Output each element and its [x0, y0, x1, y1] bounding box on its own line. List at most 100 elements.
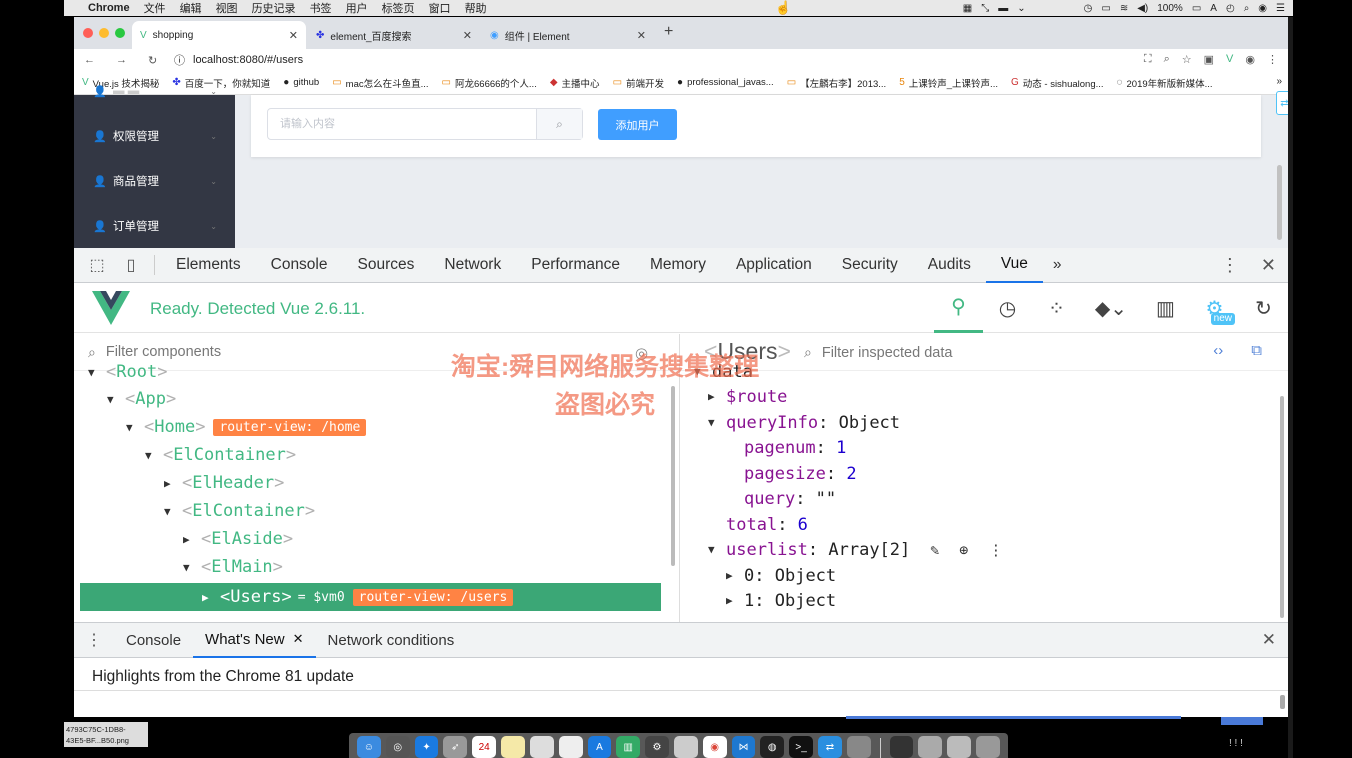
tree-node-elcontainer[interactable]: ▼ < ElContainer > [145, 442, 296, 468]
page-scrollbar[interactable] [1277, 165, 1282, 240]
terminal-icon[interactable]: >_ [789, 736, 813, 758]
bookmark-item[interactable]: ▭ 前端开发 [613, 76, 664, 90]
browser-tab-shopping[interactable]: V shopping ✕ [132, 21, 306, 49]
tree-node-root[interactable]: ▼ < Root > [88, 359, 167, 385]
data-row-query[interactable]: query: "" [744, 486, 836, 511]
tree-node-elcontainer[interactable]: ▼ < ElContainer > [164, 498, 315, 524]
forward-icon[interactable]: → [116, 54, 138, 66]
tab-memory[interactable]: Memory [635, 248, 721, 283]
data-row-item1[interactable]: ▶ 1: Object [726, 588, 836, 613]
chevron-down-icon[interactable]: ⌄ [1017, 3, 1025, 14]
tab-performance[interactable]: Performance [516, 248, 635, 283]
close-window-button[interactable] [83, 28, 93, 38]
spotlight-icon[interactable]: ⌕ [1244, 3, 1250, 14]
expand-icon[interactable]: ▶ [726, 594, 744, 607]
minimize-window-button[interactable] [99, 28, 109, 38]
reload-icon[interactable]: ↻ [148, 54, 170, 67]
tree-node-elmain[interactable]: ▼ < ElMain > [183, 554, 283, 580]
more-actions-icon[interactable]: ⋮ [988, 541, 1003, 559]
system-preferences-icon[interactable]: ⚙ [645, 736, 669, 758]
drawer-tab-console[interactable]: Console [114, 623, 193, 658]
expand-icon[interactable]: ▼ [708, 416, 726, 429]
close-drawer-icon[interactable]: ✕ [1262, 630, 1276, 650]
vscode-icon[interactable]: ⋈ [731, 736, 756, 758]
timeline-icon[interactable]: ◷ [983, 283, 1032, 333]
menu-help[interactable]: 帮助 [465, 0, 487, 16]
close-tab-icon[interactable]: ✕ [293, 631, 304, 647]
reminders-icon[interactable] [529, 736, 554, 758]
calendar-icon[interactable]: 24 [472, 736, 497, 758]
tab-network[interactable]: Network [429, 248, 516, 283]
notification-center-icon[interactable]: ☰ [1276, 3, 1285, 14]
obs-icon[interactable]: ◍ [760, 736, 785, 758]
browser-tab-element-component[interactable]: ◉ 组件 | Element ✕ [482, 21, 654, 49]
bookmark-item[interactable]: ▭ mac怎么在斗鱼直... [332, 76, 428, 90]
search-input[interactable] [268, 109, 536, 139]
expand-icon[interactable]: ▶ [164, 477, 182, 490]
sidebar-item-goods[interactable]: 👤 商品管理 ⌄ [74, 159, 235, 203]
wifi-icon[interactable]: ≋ [1120, 3, 1128, 14]
downloads-icon[interactable] [918, 736, 943, 758]
inspect-element-icon[interactable]: ⬚ [80, 255, 114, 275]
bookmark-item[interactable]: ▭ 阿龙66666的个人... [442, 76, 537, 90]
extension-icon[interactable]: ▣ [1204, 53, 1214, 66]
tab-sources[interactable]: Sources [343, 248, 430, 283]
data-row-pagenum[interactable]: pagenum: 1 [744, 435, 846, 460]
vue-devtools-extension-icon[interactable]: V [1226, 53, 1233, 66]
bookmark-item[interactable]: ● github [283, 77, 319, 88]
more-tabs-icon[interactable]: » [1043, 256, 1072, 274]
trash-icon[interactable] [976, 736, 1000, 758]
expand-icon[interactable]: ▼ [145, 449, 163, 462]
edit-icon[interactable]: ✎ [930, 541, 939, 559]
data-row-queryinfo[interactable]: ▼ queryInfo: Object [708, 410, 900, 435]
bookmark-item[interactable]: ◌ 2019年新版新媒体... [1117, 76, 1213, 90]
sidebar-item-orders[interactable]: 👤 订单管理 ⌄ [74, 204, 235, 248]
bookmark-star-icon[interactable]: ☆ [1182, 53, 1192, 66]
safari-icon[interactable]: ✦ [414, 736, 439, 758]
display-icon[interactable]: ▭ [1101, 3, 1110, 14]
filter-data-placeholder[interactable]: Filter inspected data [822, 345, 953, 361]
close-tab-icon[interactable]: ✕ [463, 29, 472, 42]
tab-application[interactable]: Application [721, 248, 827, 283]
drawer-tab-whats-new[interactable]: What's New ✕ [193, 623, 316, 658]
settings-icon[interactable]: ⚙ new [1190, 283, 1239, 333]
bookmark-item[interactable]: ▭ 【左麟右李】2013... [787, 76, 887, 90]
menu-people[interactable]: 用户 [346, 0, 368, 16]
tree-node-elaside[interactable]: ▶ < ElAside > [183, 526, 293, 552]
launchpad-icon[interactable]: ◎ [385, 736, 410, 758]
sidebar-item-partial[interactable]: 👤 ▬ ▬ ⌄ [74, 69, 235, 113]
search-icon[interactable]: ⌕ [536, 109, 582, 139]
mail-icon[interactable] [673, 736, 698, 758]
expand-icon[interactable]: ▶ [183, 533, 201, 546]
select-component-icon[interactable]: ◎ [635, 344, 648, 362]
expand-icon[interactable]: ▼ [126, 421, 144, 434]
volume-icon[interactable]: ◀) [1137, 3, 1148, 14]
tree-node-users[interactable]: ▶ < Users > = $vm0 router-view: /users [202, 584, 514, 610]
translate-icon[interactable]: ⛶ [1144, 53, 1152, 66]
app-store-icon[interactable]: A [587, 736, 612, 758]
drawer-tab-network-conditions[interactable]: Network conditions [316, 623, 467, 658]
filter-inspected-data[interactable]: ⌕ Filter inspected data [790, 334, 952, 371]
finder-icon[interactable]: ☺ [357, 736, 381, 758]
new-tab-button[interactable]: + [664, 23, 673, 41]
sidebar-item-permissions[interactable]: 👤 权限管理 ⌄ [74, 114, 235, 158]
rocket-icon[interactable]: ➶ [443, 736, 468, 758]
expand-icon[interactable]: ▼ [183, 561, 201, 574]
data-row-item0[interactable]: ▶ 0: Object [726, 563, 836, 588]
tab-security[interactable]: Security [827, 248, 913, 283]
events-icon[interactable]: ◆⌄ [1081, 283, 1141, 333]
profile-icon[interactable]: ◉ [1245, 53, 1255, 66]
expand-icon[interactable]: ▼ [107, 393, 125, 406]
close-tab-icon[interactable]: ✕ [637, 29, 646, 42]
siri-icon[interactable]: ◉ [1258, 3, 1267, 14]
notes-icon[interactable] [501, 736, 525, 758]
data-row-route[interactable]: ▶ $route [708, 384, 787, 409]
performance-chart-icon[interactable]: ▥ [1141, 283, 1190, 333]
tab-elements[interactable]: Elements [161, 248, 256, 283]
data-value[interactable]: 1 [836, 438, 846, 458]
documents-icon[interactable] [947, 736, 972, 758]
menu-window[interactable]: 窗口 [429, 0, 451, 16]
vuex-icon[interactable]: ⁘ [1032, 283, 1081, 333]
folder-icon[interactable] [889, 736, 914, 758]
menu-edit[interactable]: 编辑 [180, 0, 202, 16]
